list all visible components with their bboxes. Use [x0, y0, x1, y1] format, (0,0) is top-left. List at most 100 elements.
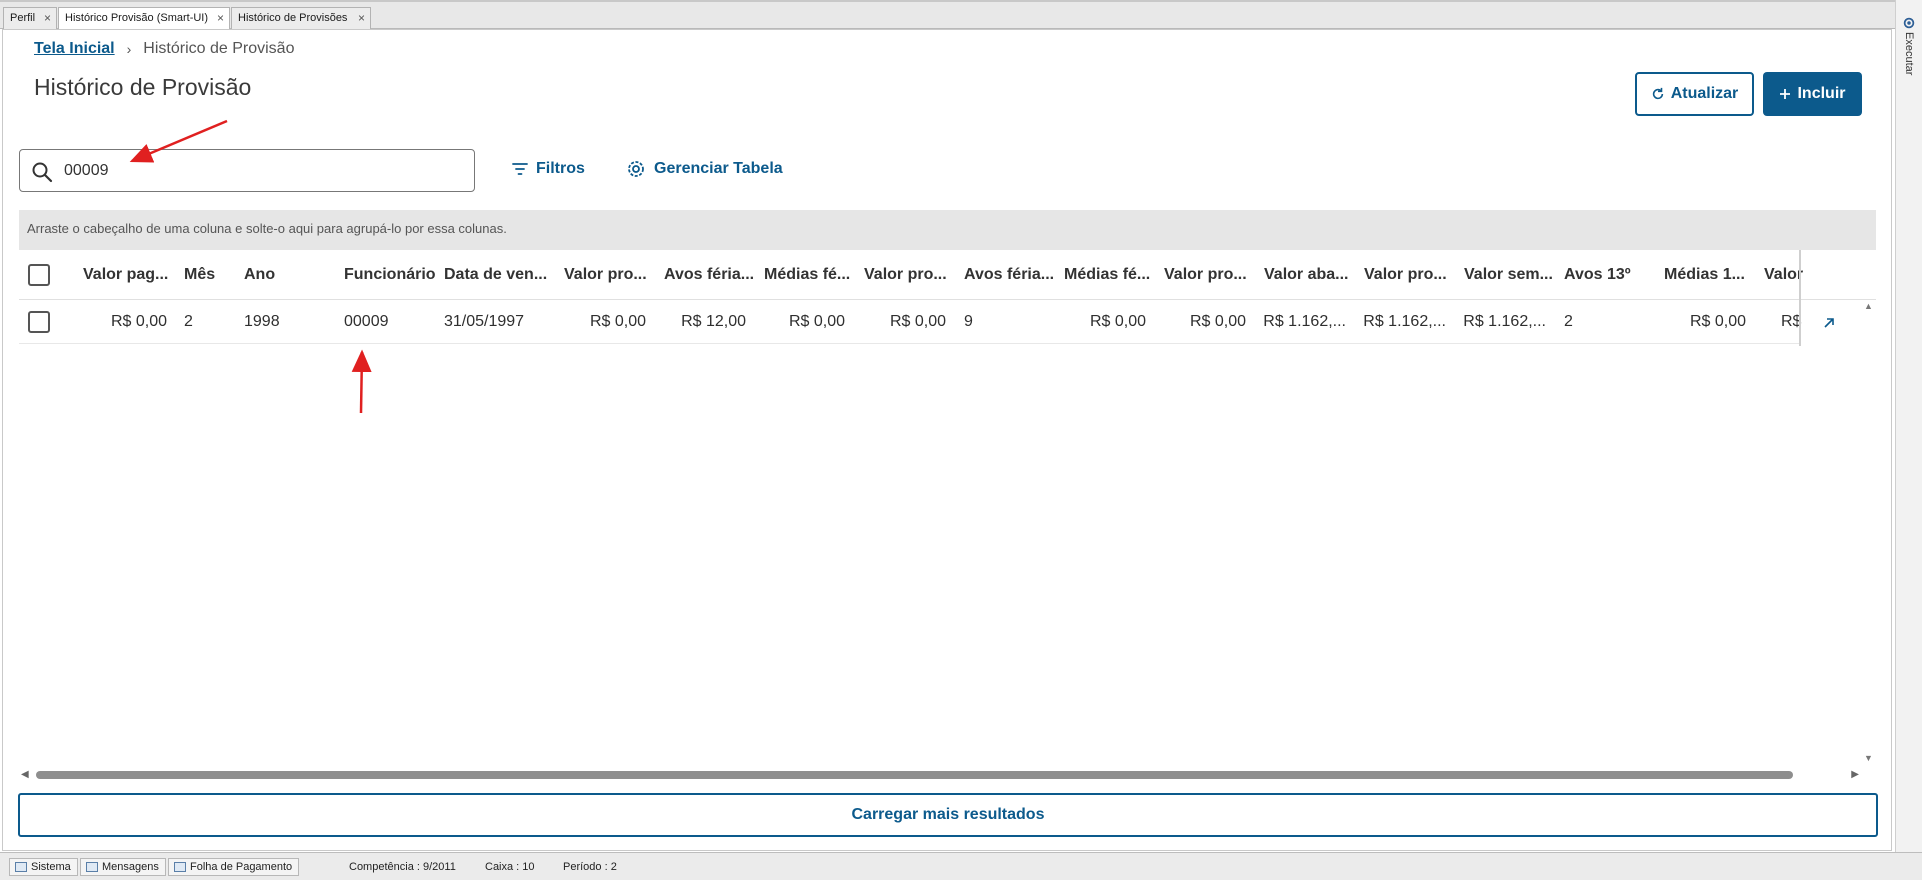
plus-icon	[1780, 89, 1791, 99]
table-cell: R$ 1.162,...	[1264, 312, 1346, 330]
tab-close-icon[interactable]: ×	[217, 8, 224, 28]
column-header[interactable]: Médias fé...	[1064, 250, 1154, 299]
table-cell: R$ 12,00	[681, 312, 746, 330]
status-tab-label: Mensagens	[102, 861, 159, 873]
page-title: Histórico de Provisão	[34, 74, 252, 100]
column-header[interactable]: Valor pag...	[83, 250, 183, 299]
status-tab-sistema[interactable]: Sistema	[9, 858, 78, 876]
table-cell: 31/05/1997	[444, 312, 525, 330]
table-cell: R$ 0,00	[1089, 312, 1146, 330]
tab-label: Perfil	[10, 12, 36, 24]
table-header: Valor pag... Mês Ano Funcionário Data de…	[19, 250, 1876, 300]
column-header[interactable]: Avos féria...	[664, 250, 759, 299]
table-cell: R$ 0,00	[1689, 312, 1746, 330]
table-cell: 2	[184, 312, 193, 330]
breadcrumb-home-link[interactable]: Tela Inicial	[34, 40, 115, 58]
side-panel-label: Executar	[1903, 32, 1915, 76]
column-header[interactable]: Valor	[1764, 250, 1818, 299]
status-tab-mensagens[interactable]: Mensagens	[80, 858, 166, 876]
tab-close-icon[interactable]: ×	[44, 8, 51, 28]
payroll-icon	[174, 862, 186, 872]
refresh-button[interactable]: Atualizar	[1635, 72, 1754, 116]
gear-icon	[1903, 17, 1915, 29]
table-cell: R$ 0,00	[1189, 312, 1246, 330]
status-tab-label: Sistema	[31, 861, 71, 873]
tab-label: Histórico Provisão (Smart-UI)	[65, 12, 209, 24]
table-cell: 00009	[344, 312, 389, 330]
table-cell: 2	[1564, 312, 1573, 330]
scroll-up-arrow-icon[interactable]: ▲	[1864, 301, 1873, 311]
window-top-border	[0, 0, 1922, 2]
column-header[interactable]: Valor pro...	[564, 250, 659, 299]
add-button[interactable]: Incluir	[1763, 72, 1862, 116]
status-competencia: Competência : 9/2011	[349, 861, 456, 873]
column-header[interactable]: Avos 13º	[1564, 250, 1654, 299]
tab-label: Histórico de Provisões	[238, 12, 348, 24]
status-tab-folha-de-pagamento[interactable]: Folha de Pagamento	[168, 858, 300, 876]
table-cell: R$ 0,00	[110, 312, 167, 330]
column-header[interactable]: Valor pro...	[1164, 250, 1254, 299]
tab-historico-de-provisoes[interactable]: Histórico de Provisões ×	[231, 7, 371, 29]
app-window: Perfil × Histórico Provisão (Smart-UI) ×…	[0, 0, 1922, 880]
column-header[interactable]: Funcionário	[344, 250, 446, 299]
status-periodo: Período : 2	[563, 861, 617, 873]
chevron-right-icon: ›	[126, 41, 132, 57]
table-cell: R$ 0,00	[788, 312, 845, 330]
side-panel[interactable]: Executar	[1895, 0, 1922, 852]
select-all-checkbox[interactable]	[28, 263, 50, 286]
column-header[interactable]: Avos féria...	[964, 250, 1059, 299]
table-cell: R$ 0,00	[589, 312, 646, 330]
table-cell: 1998	[244, 312, 280, 330]
table-cell: R$ 0,00	[889, 312, 946, 330]
refresh-icon	[1652, 87, 1663, 100]
tab-perfil[interactable]: Perfil ×	[3, 7, 57, 29]
filters-button[interactable]: Filtros	[512, 160, 585, 178]
filter-icon	[512, 163, 528, 175]
column-header[interactable]: Ano	[244, 250, 334, 299]
add-button-label: Incluir	[1797, 85, 1846, 102]
horizontal-scrollbar[interactable]: ◀ ▶	[19, 768, 1859, 782]
column-header[interactable]: Valor pro...	[1364, 250, 1454, 299]
manage-table-button[interactable]: Gerenciar Tabela	[626, 159, 783, 179]
manage-table-button-label: Gerenciar Tabela	[654, 160, 783, 177]
search-icon	[32, 162, 53, 183]
column-header[interactable]: Valor pro...	[864, 250, 954, 299]
column-header[interactable]: Valor aba...	[1264, 250, 1354, 299]
open-detail-button[interactable]	[1799, 300, 1857, 346]
row-select-cell	[28, 300, 54, 343]
column-header[interactable]: Data de ven...	[444, 250, 556, 299]
select-all-cell	[28, 250, 54, 299]
table-cell: R$ 1.162,...	[1464, 312, 1546, 330]
messages-icon	[86, 862, 98, 872]
horizontal-scrollbar-thumb[interactable]	[36, 771, 1793, 779]
column-header[interactable]: Valor sem...	[1464, 250, 1554, 299]
load-more-button[interactable]: Carregar mais resultados	[18, 793, 1878, 837]
filters-button-label: Filtros	[536, 160, 585, 177]
tab-close-icon[interactable]: ×	[358, 8, 365, 28]
scroll-down-arrow-icon[interactable]: ▼	[1864, 753, 1873, 763]
document-tab-strip: Perfil × Histórico Provisão (Smart-UI) ×…	[0, 0, 1922, 29]
column-header[interactable]: Médias 1...	[1664, 250, 1754, 299]
breadcrumb-current: Histórico de Provisão	[143, 40, 295, 57]
refresh-button-label: Atualizar	[1670, 85, 1739, 102]
column-header[interactable]: Mês	[184, 250, 239, 299]
status-tab-label: Folha de Pagamento	[190, 861, 293, 873]
search-input[interactable]: 00009	[19, 149, 475, 192]
frozen-column-divider	[1799, 250, 1801, 300]
scroll-right-arrow-icon[interactable]: ▶	[1851, 769, 1859, 780]
open-detail-icon	[1824, 318, 1834, 328]
table-cell: 9	[964, 312, 973, 330]
table-row[interactable]: R$ 0,00 2 1998 00009 31/05/1997 R$ 0,00 …	[19, 300, 1801, 344]
status-bar: Sistema Mensagens Folha de Pagamento Com…	[0, 852, 1922, 880]
status-caixa: Caixa : 10	[485, 861, 535, 873]
system-icon	[15, 862, 27, 872]
group-by-drop-zone[interactable]: Arraste o cabeçalho de uma coluna e solt…	[19, 210, 1876, 250]
row-checkbox[interactable]	[28, 310, 50, 333]
tab-historico-provisao-smart-ui[interactable]: Histórico Provisão (Smart-UI) ×	[58, 7, 230, 29]
scroll-left-arrow-icon[interactable]: ◀	[21, 769, 29, 780]
gear-icon	[628, 161, 644, 177]
table-cell: R$ 1.162,...	[1364, 312, 1446, 330]
column-header[interactable]: Médias fé...	[764, 250, 854, 299]
search-input-value: 00009	[64, 162, 109, 179]
breadcrumb: Tela Inicial › Histórico de Provisão	[34, 40, 294, 58]
